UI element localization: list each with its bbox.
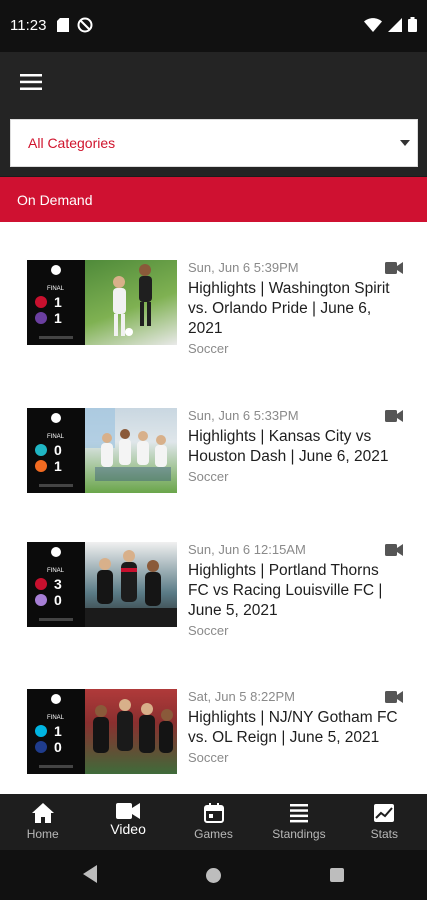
status-time: 11:23 bbox=[10, 17, 47, 34]
section-title: On Demand bbox=[17, 191, 93, 208]
away-team-logo bbox=[35, 741, 47, 753]
home-score: 1 bbox=[54, 723, 62, 739]
hamburger-menu-icon bbox=[20, 74, 42, 90]
category-dropdown[interactable]: All Categories bbox=[10, 119, 418, 167]
video-date: Sat, Jun 5 8:22PM bbox=[188, 689, 295, 704]
list-icon bbox=[289, 804, 308, 823]
nav-tab-stats[interactable]: Stats bbox=[342, 794, 427, 850]
scoreboard-graphic: FINAL 1 0 bbox=[35, 694, 73, 768]
video-camera-icon bbox=[385, 691, 403, 703]
video-category: Soccer bbox=[188, 623, 229, 638]
away-score: 0 bbox=[54, 739, 62, 755]
video-photo bbox=[85, 260, 177, 345]
wifi-icon bbox=[364, 17, 382, 32]
home-icon bbox=[31, 803, 54, 823]
video-title: Highlights | Kansas City vs Houston Dash… bbox=[188, 428, 389, 465]
video-photo bbox=[85, 408, 177, 493]
video-list: FINAL 1 1 Sun, Jun 6 5:39PM Highlights |… bbox=[0, 222, 427, 794]
score-panel: FINAL 3 0 bbox=[27, 542, 85, 627]
system-nav-bar bbox=[0, 850, 427, 900]
svg-text:FINAL: FINAL bbox=[47, 434, 65, 440]
video-thumbnail: FINAL 1 1 bbox=[27, 260, 177, 345]
svg-text:FINAL: FINAL bbox=[47, 286, 65, 292]
nav-tab-standings[interactable]: Standings bbox=[256, 794, 341, 850]
video-date: Sun, Jun 6 12:15AM bbox=[188, 542, 306, 557]
away-team-logo bbox=[35, 594, 47, 606]
video-category: Soccer bbox=[188, 469, 229, 484]
no-data-icon bbox=[77, 17, 93, 33]
home-score: 1 bbox=[54, 294, 62, 310]
video-meta: Sun, Jun 6 12:15AM Highlights | Portland… bbox=[188, 542, 403, 638]
nav-tab-home[interactable]: Home bbox=[0, 794, 85, 850]
status-bar: 11:23 bbox=[0, 0, 427, 52]
video-camera-icon bbox=[385, 410, 403, 422]
video-list-item[interactable]: FINAL 1 0 Sat, Jun 5 8:22PM Highlights |… bbox=[0, 689, 427, 794]
video-date: Sun, Jun 6 5:39PM bbox=[188, 260, 299, 275]
nav-tab-label: Games bbox=[194, 827, 233, 841]
nav-tab-video[interactable]: Video bbox=[85, 794, 170, 850]
battery-icon bbox=[408, 17, 417, 32]
video-title: Highlights | Washington Spirit vs. Orlan… bbox=[188, 280, 390, 337]
video-meta: Sun, Jun 6 5:33PM Highlights | Kansas Ci… bbox=[188, 408, 403, 484]
chevron-down-icon bbox=[400, 140, 410, 146]
home-score: 3 bbox=[54, 576, 62, 592]
menu-button[interactable] bbox=[16, 68, 46, 96]
video-list-item[interactable]: FINAL 3 0 Sun, Jun 6 12:15AM Highlights … bbox=[0, 542, 427, 662]
sd-card-icon bbox=[57, 18, 69, 32]
away-team-logo bbox=[35, 460, 47, 472]
video-camera-icon bbox=[116, 803, 141, 819]
away-score: 1 bbox=[54, 310, 62, 326]
nav-tab-label: Video bbox=[110, 821, 146, 837]
home-team-logo bbox=[35, 296, 47, 308]
scoreboard-graphic: FINAL 0 1 bbox=[35, 413, 73, 487]
video-photo bbox=[85, 542, 177, 627]
svg-text:FINAL: FINAL bbox=[47, 715, 65, 721]
video-title: Highlights | NJ/NY Gotham FC vs. OL Reig… bbox=[188, 709, 398, 746]
svg-text:FINAL: FINAL bbox=[47, 568, 65, 574]
video-category: Soccer bbox=[188, 750, 229, 765]
section-header: On Demand bbox=[0, 177, 427, 222]
scoreboard-graphic: FINAL 1 1 bbox=[35, 265, 73, 339]
score-panel: FINAL 1 0 bbox=[27, 689, 85, 774]
category-dropdown-value: All Categories bbox=[28, 135, 116, 151]
signal-icon bbox=[388, 17, 402, 32]
video-date: Sun, Jun 6 5:33PM bbox=[188, 408, 299, 423]
filter-area: All Categories bbox=[0, 112, 427, 176]
video-thumbnail: FINAL 1 0 bbox=[27, 689, 177, 774]
home-circle-icon[interactable] bbox=[206, 868, 221, 883]
away-score: 0 bbox=[54, 592, 62, 608]
nav-tab-games[interactable]: Games bbox=[171, 794, 256, 850]
score-panel: FINAL 0 1 bbox=[27, 408, 85, 493]
video-thumbnail: FINAL 3 0 bbox=[27, 542, 177, 627]
scoreboard-graphic: FINAL 3 0 bbox=[35, 547, 73, 621]
recents-square-icon[interactable] bbox=[330, 868, 344, 882]
chart-icon bbox=[374, 804, 395, 822]
home-team-logo bbox=[35, 444, 47, 456]
home-score: 0 bbox=[54, 442, 62, 458]
status-notification-icons bbox=[57, 17, 93, 33]
video-list-item[interactable]: FINAL 1 1 Sun, Jun 6 5:39PM Highlights |… bbox=[0, 260, 427, 385]
video-meta: Sat, Jun 5 8:22PM Highlights | NJ/NY Got… bbox=[188, 689, 403, 765]
nav-tab-label: Standings bbox=[272, 827, 326, 841]
nav-tab-label: Home bbox=[26, 827, 59, 841]
video-category: Soccer bbox=[188, 341, 229, 356]
video-meta: Sun, Jun 6 5:39PM Highlights | Washingto… bbox=[188, 260, 403, 356]
calendar-icon bbox=[203, 803, 224, 823]
video-photo bbox=[85, 689, 177, 774]
bottom-nav: Home Video Games Standings Stats bbox=[0, 794, 427, 850]
away-team-logo bbox=[35, 312, 47, 324]
score-panel: FINAL 1 1 bbox=[27, 260, 85, 345]
video-list-item[interactable]: FINAL 0 1 Sun, Jun 6 5:33PM Highlights |… bbox=[0, 408, 427, 508]
video-title: Highlights | Portland Thorns FC vs Racin… bbox=[188, 562, 383, 619]
back-icon[interactable] bbox=[83, 865, 97, 883]
app-bar bbox=[0, 52, 427, 112]
nav-tab-label: Stats bbox=[370, 827, 398, 841]
away-score: 1 bbox=[54, 458, 62, 474]
home-team-logo bbox=[35, 578, 47, 590]
video-camera-icon bbox=[385, 544, 403, 556]
video-camera-icon bbox=[385, 262, 403, 274]
home-team-logo bbox=[35, 725, 47, 737]
status-system-icons bbox=[364, 17, 417, 32]
video-thumbnail: FINAL 0 1 bbox=[27, 408, 177, 493]
